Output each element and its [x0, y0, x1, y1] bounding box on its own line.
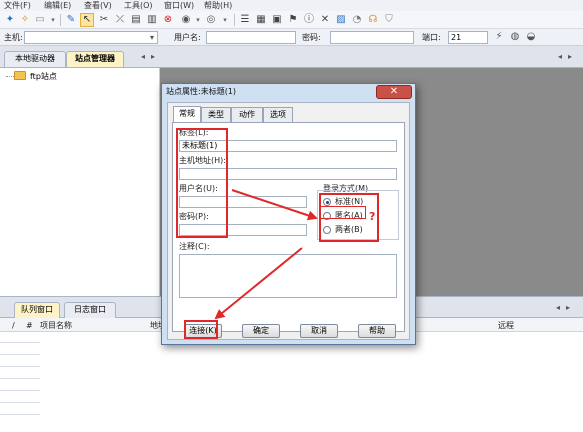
- arrow-to-login-mode: [231, 189, 318, 221]
- arrow-to-connect: [214, 247, 303, 320]
- annotation-arrows: [214, 189, 318, 320]
